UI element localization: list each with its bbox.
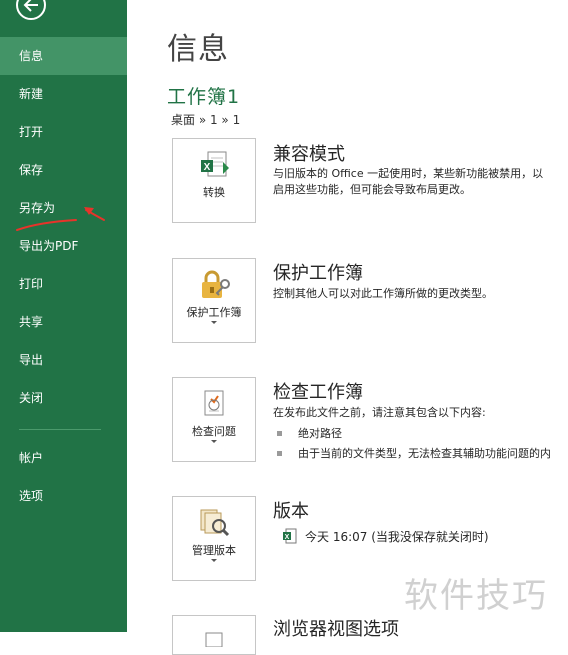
backstage-sidebar: 信息 新建 打开 保存 另存为 导出为PDF 打印 共享 导出 关闭 帐户 选项 [0,0,127,632]
list-item: 绝对路径 [277,425,342,441]
sidebar-item-save-as[interactable]: 另存为 [0,189,127,227]
compat-mode-desc-2: 启用这些功能，但可能会导致布局更改。 [273,183,471,196]
browser-view-options-title: 浏览器视图选项 [273,619,399,640]
inspect-document-icon [204,390,224,416]
protect-workbook-button[interactable]: 保护工作簿 [172,258,256,343]
sidebar-item-info[interactable]: 信息 [0,37,127,75]
svg-text:X: X [204,162,211,173]
sidebar-item-save[interactable]: 保存 [0,151,127,189]
convert-button[interactable]: X 转换 [172,138,256,223]
check-issues-label: 检查问题 [192,425,236,438]
watermark-text: 软件技巧 [404,576,548,616]
compat-mode-title: 兼容模式 [273,144,345,165]
sidebar-item-new[interactable]: 新建 [0,75,127,113]
list-item: 由于当前的文件类型，无法检查其辅助功能问题的内 [277,445,551,461]
inspect-workbook-title: 检查工作簿 [273,382,363,403]
sidebar-item-export-pdf[interactable]: 导出为PDF [0,227,127,265]
sidebar-item-print[interactable]: 打印 [0,265,127,303]
protect-workbook-desc: 控制其他人可以对此工作簿所做的更改类型。 [273,287,493,300]
workbook-name: 工作簿1 [167,86,241,108]
convert-icon: X [201,151,229,177]
check-issues-button[interactable]: 检查问题 [172,377,256,462]
browser-view-icon [205,632,223,647]
sidebar-item-account[interactable]: 帐户 [0,439,127,477]
protect-workbook-title: 保护工作簿 [273,263,363,284]
manage-versions-icon [200,509,230,537]
sidebar-item-share[interactable]: 共享 [0,303,127,341]
excel-file-icon: X [283,528,297,543]
sidebar-item-export[interactable]: 导出 [0,341,127,379]
versions-title: 版本 [273,501,309,522]
bullet-square-icon [277,430,282,436]
manage-versions-button[interactable]: 管理版本 [172,496,256,581]
chevron-down-icon [211,440,217,443]
inspect-workbook-desc: 在发布此文件之前，请注意其包含以下内容: [273,406,486,419]
breadcrumb[interactable]: 桌面 » 1 » 1 [171,111,240,128]
manage-versions-label: 管理版本 [192,544,236,557]
sidebar-item-open[interactable]: 打开 [0,113,127,151]
chevron-down-icon [211,321,217,324]
bullet-square-icon [277,450,282,456]
svg-text:X: X [285,534,290,541]
sidebar-divider [19,429,101,430]
version-entry-label: 今天 16:07 (当我没保存就关闭时) [305,530,489,544]
inspect-bullet-1: 绝对路径 [298,427,342,440]
convert-label: 转换 [203,186,225,199]
version-entry[interactable]: X 今天 16:07 (当我没保存就关闭时) [283,528,489,546]
browser-view-options-button[interactable] [172,615,256,655]
chevron-down-icon [211,559,217,562]
protect-workbook-label: 保护工作簿 [186,306,242,319]
compat-mode-desc-1: 与旧版本的 Office 一起使用时，某些新功能被禁用，以 [273,167,544,180]
inspect-bullet-2: 由于当前的文件类型，无法检查其辅助功能问题的内 [298,447,551,460]
page-title: 信息 [167,32,229,67]
sidebar-item-close[interactable]: 关闭 [0,379,127,417]
lock-key-icon [202,270,230,298]
sidebar-item-options[interactable]: 选项 [0,477,127,515]
back-arrow-icon[interactable] [16,0,46,20]
